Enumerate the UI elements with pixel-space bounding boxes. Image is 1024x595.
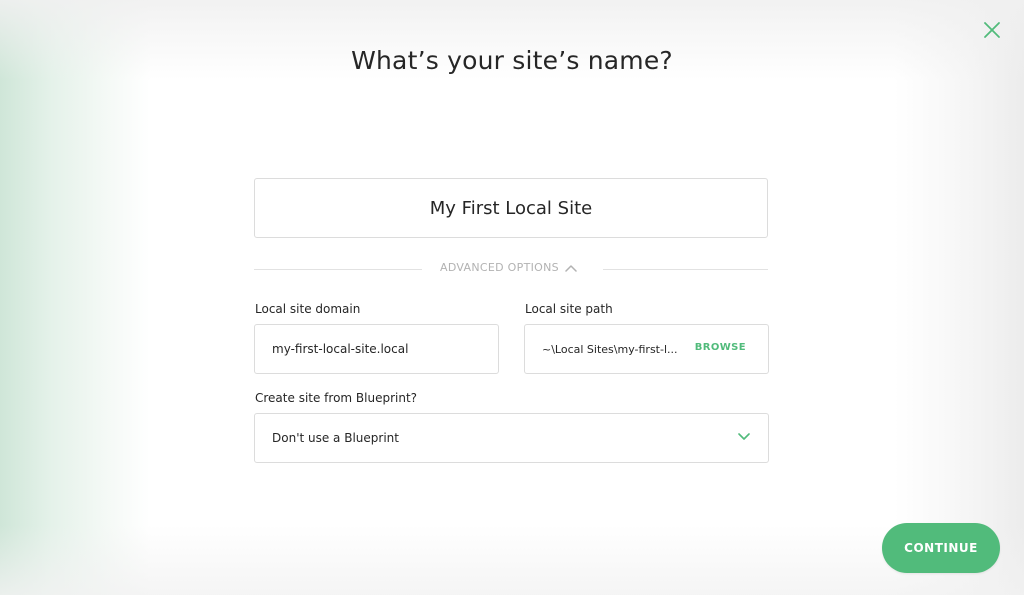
blueprint-select[interactable]: Don't use a Blueprint [254,413,769,463]
path-field[interactable]: ~\Local Sites\my-first-l... BROWSE [524,324,769,374]
chevron-up-icon [565,264,577,272]
domain-label: Local site domain [255,302,361,316]
path-label: Local site path [525,302,613,316]
domain-input[interactable] [255,342,498,356]
advanced-options-label: ADVANCED OPTIONS [440,261,559,274]
path-value: ~\Local Sites\my-first-l... [542,342,678,356]
advanced-options-toggle[interactable]: ADVANCED OPTIONS [440,261,577,274]
browse-button[interactable]: BROWSE [695,342,746,353]
continue-button[interactable]: CONTINUE [882,523,1000,573]
divider-right [603,269,768,270]
close-button[interactable] [980,18,1004,42]
page-title: What’s your site’s name? [351,46,673,75]
right-gradient-backdrop [894,0,1024,595]
site-name-field[interactable] [254,178,768,238]
left-gradient-backdrop [0,0,150,595]
close-icon [984,22,1000,38]
chevron-down-icon [738,433,750,440]
divider-left [254,269,422,270]
bottom-gradient-backdrop [0,525,1024,595]
blueprint-label: Create site from Blueprint? [255,391,418,405]
domain-field[interactable] [254,324,499,374]
advanced-options-row: ADVANCED OPTIONS [254,259,768,279]
blueprint-selected-value: Don't use a Blueprint [272,431,399,445]
site-name-input[interactable] [255,196,767,220]
